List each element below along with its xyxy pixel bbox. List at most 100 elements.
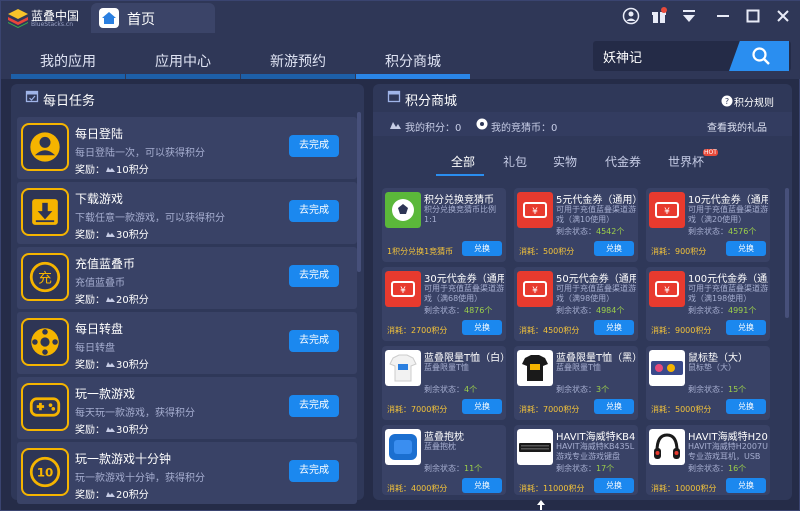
svg-text:¥: ¥ (664, 286, 670, 296)
product-remaining: 剩余状态：16个 (688, 463, 746, 474)
complete-task-button[interactable]: 去完成 (289, 330, 339, 352)
my-coins: 我的竞猜币：0 (491, 123, 558, 134)
coupon-image: ¥ (649, 192, 685, 228)
task-row: 10 玩一款游戏十分钟 玩一款游戏十分钟，获得积分 奖励： 20积分 去完成 (17, 442, 357, 504)
exchange-button[interactable]: 兑换 (594, 320, 634, 335)
account-icon[interactable] (621, 7, 641, 27)
product-desc: 可用于充值蓝叠渠道游戏（满98使用） (556, 284, 636, 303)
product-remaining: 剩余状态：3个 (556, 384, 609, 395)
maximize-icon[interactable] (743, 7, 763, 27)
product-card[interactable]: HAVIT海威特H2007UHAVIT海威特H2007U专业游戏耳机，USB接口… (646, 425, 770, 495)
points-rules-link[interactable]: 积分规则 (734, 94, 774, 109)
minimize-icon[interactable] (713, 7, 733, 27)
complete-task-button[interactable]: 去完成 (289, 265, 339, 287)
remaining-label: 剩余状态： (556, 227, 596, 236)
product-name: 10元代金券（通用） (688, 195, 768, 205)
menu-dropdown-icon[interactable] (679, 7, 699, 27)
complete-task-button[interactable]: 去完成 (289, 200, 339, 222)
product-card[interactable]: ¥10元代金券（通用）可用于充值蓝叠渠道游戏（满20使用） 剩余状态：4576个消… (646, 188, 770, 262)
category-physical[interactable]: 实物 (553, 153, 577, 170)
points-icon (106, 492, 115, 497)
task-row: 下载游戏 下载任意一款游戏，可以获得积分 奖励： 30积分 去完成 (17, 182, 357, 244)
remaining-count: 4个 (464, 385, 478, 394)
reward-label: 奖励： (75, 230, 105, 241)
product-card[interactable]: 蓝叠限量T恤（白） 蓝叠限量T恤 剩余状态：4个 消耗：7000积分 兑换 (382, 346, 506, 420)
product-cost: 消耗：500积分 (519, 247, 575, 256)
remaining-label: 剩余状态： (688, 227, 728, 236)
product-card[interactable]: ¥50元代金券（通用）可用于充值蓝叠渠道游戏（满98使用） 剩余状态：4984个消… (514, 267, 638, 341)
remaining-label: 剩余状态： (688, 464, 728, 473)
points-icon (106, 232, 115, 237)
points-icon (106, 362, 115, 367)
remaining-count: 4576个 (728, 227, 757, 236)
product-card[interactable]: 积分兑换竞猜币 积分兑换竞猜币比例1:1 1积分兑换1竞猜币 兑换 (382, 188, 506, 262)
task-desc: 每日登陆一次，可以获得积分 (75, 148, 205, 159)
product-name: 蓝叠限量T恤（黑） (556, 353, 636, 363)
remaining-count: 3个 (596, 385, 610, 394)
product-name: 蓝叠抱枕 (424, 432, 464, 442)
exchange-button[interactable]: 兑换 (462, 478, 502, 493)
category-worldcup[interactable]: 世界杯 (668, 153, 704, 170)
product-card[interactable]: ¥100元代金券（通用）可用于充值蓝叠渠道游戏（满198使用） 剩余状态：4991… (646, 267, 770, 341)
remaining-label: 剩余状态： (424, 306, 464, 315)
product-cost: 消耗：2700积分 (387, 326, 448, 335)
task-desc: 玩一款游戏十分钟，获得积分 (75, 473, 205, 484)
product-desc: 可用于充值蓝叠渠道游戏（满20使用） (688, 205, 768, 224)
product-scrollbar[interactable] (785, 188, 789, 318)
product-name: 30元代金券（通用） (424, 274, 504, 284)
reward-label: 奖励： (75, 165, 105, 176)
remaining-count: 11个 (464, 464, 483, 473)
exchange-button[interactable]: 兑换 (726, 478, 766, 493)
points-icon (390, 122, 401, 129)
task-reward: 奖励： 30积分 (75, 421, 149, 436)
category-all[interactable]: 全部 (451, 153, 475, 170)
headset-image (649, 429, 685, 465)
product-desc: 蓝叠抱枕 (424, 442, 456, 451)
bluestacks-logo-icon (8, 9, 28, 28)
task-name: 充值蓝叠币 (75, 257, 136, 271)
close-icon[interactable] (773, 7, 793, 27)
search-input[interactable] (603, 47, 723, 65)
task-name: 下载游戏 (75, 192, 124, 206)
tab-new-games[interactable]: 新游预约 (241, 51, 355, 79)
complete-task-button[interactable]: 去完成 (289, 460, 339, 482)
exchange-button[interactable]: 兑换 (462, 320, 502, 335)
view-gifts-link[interactable]: 查看我的礼品 (707, 119, 767, 134)
product-card[interactable]: ¥30元代金券（通用）可用于充值蓝叠渠道游戏（满68使用） 剩余状态：4876个消… (382, 267, 506, 341)
remaining-count: 4984个 (596, 306, 625, 315)
complete-task-button[interactable]: 去完成 (289, 135, 339, 157)
product-name: HAVIT海威特H2007U (688, 432, 768, 442)
home-tab[interactable]: 首页 (91, 3, 215, 33)
category-voucher[interactable]: 代金券 (605, 153, 641, 170)
tab-my-apps[interactable]: 我的应用 (11, 51, 125, 79)
product-card[interactable]: 蓝叠抱枕 蓝叠抱枕 剩余状态：11个 消耗：4000积分 兑换 (382, 425, 506, 495)
tab-label: 我的应用 (40, 54, 96, 70)
tab-app-center[interactable]: 应用中心 (126, 51, 240, 79)
product-card[interactable]: 鼠标垫（大） 鼠标垫（大） 剩余状态：15个 消耗：5000积分 兑换 (646, 346, 770, 420)
product-remaining: 剩余状态：4个 (424, 384, 477, 395)
pillow-image (385, 429, 421, 465)
coupon-image: ¥ (385, 271, 421, 307)
product-desc: 蓝叠限量T恤 (424, 363, 469, 372)
complete-task-button[interactable]: 去完成 (289, 395, 339, 417)
exchange-button[interactable]: 兑换 (462, 399, 502, 414)
task-scrollbar[interactable] (357, 112, 361, 272)
tab-points-mall[interactable]: 积分商城 (356, 51, 470, 79)
category-gift[interactable]: 礼包 (503, 153, 527, 170)
exchange-button[interactable]: 兑换 (594, 478, 634, 493)
exchange-button[interactable]: 兑换 (726, 241, 766, 256)
product-card[interactable]: ¥5元代金券（通用） 可用于充值蓝叠渠道游戏（满10使用） 剩余状态：4542个 消耗… (514, 188, 638, 262)
tshirt-white-image (385, 350, 421, 386)
product-remaining: 剩余状态：4542个 (556, 226, 624, 237)
product-card[interactable]: 蓝叠限量T恤（黑） 蓝叠限量T恤 剩余状态：3个 消耗：7000积分 兑换 (514, 346, 638, 420)
exchange-button[interactable]: 兑换 (594, 399, 634, 414)
exchange-button[interactable]: 兑换 (726, 320, 766, 335)
search-icon (752, 47, 770, 65)
product-card[interactable]: HAVIT海威特KB435LHAVIT海威特KB435L游戏专业游戏键盘剩余状态… (514, 425, 638, 495)
gift-icon[interactable] (649, 7, 669, 27)
exchange-button[interactable]: 兑换 (726, 399, 766, 414)
exchange-button[interactable]: 兑换 (594, 241, 634, 256)
app-window: 蓝叠中国 BlueStacks.cn 首页 我的应用 应用中心 新游预约 积分商… (0, 0, 800, 511)
exchange-button[interactable]: 兑换 (462, 241, 502, 256)
task-row: 玩一款游戏 每天玩一款游戏，获得积分 奖励： 30积分 去完成 (17, 377, 357, 439)
